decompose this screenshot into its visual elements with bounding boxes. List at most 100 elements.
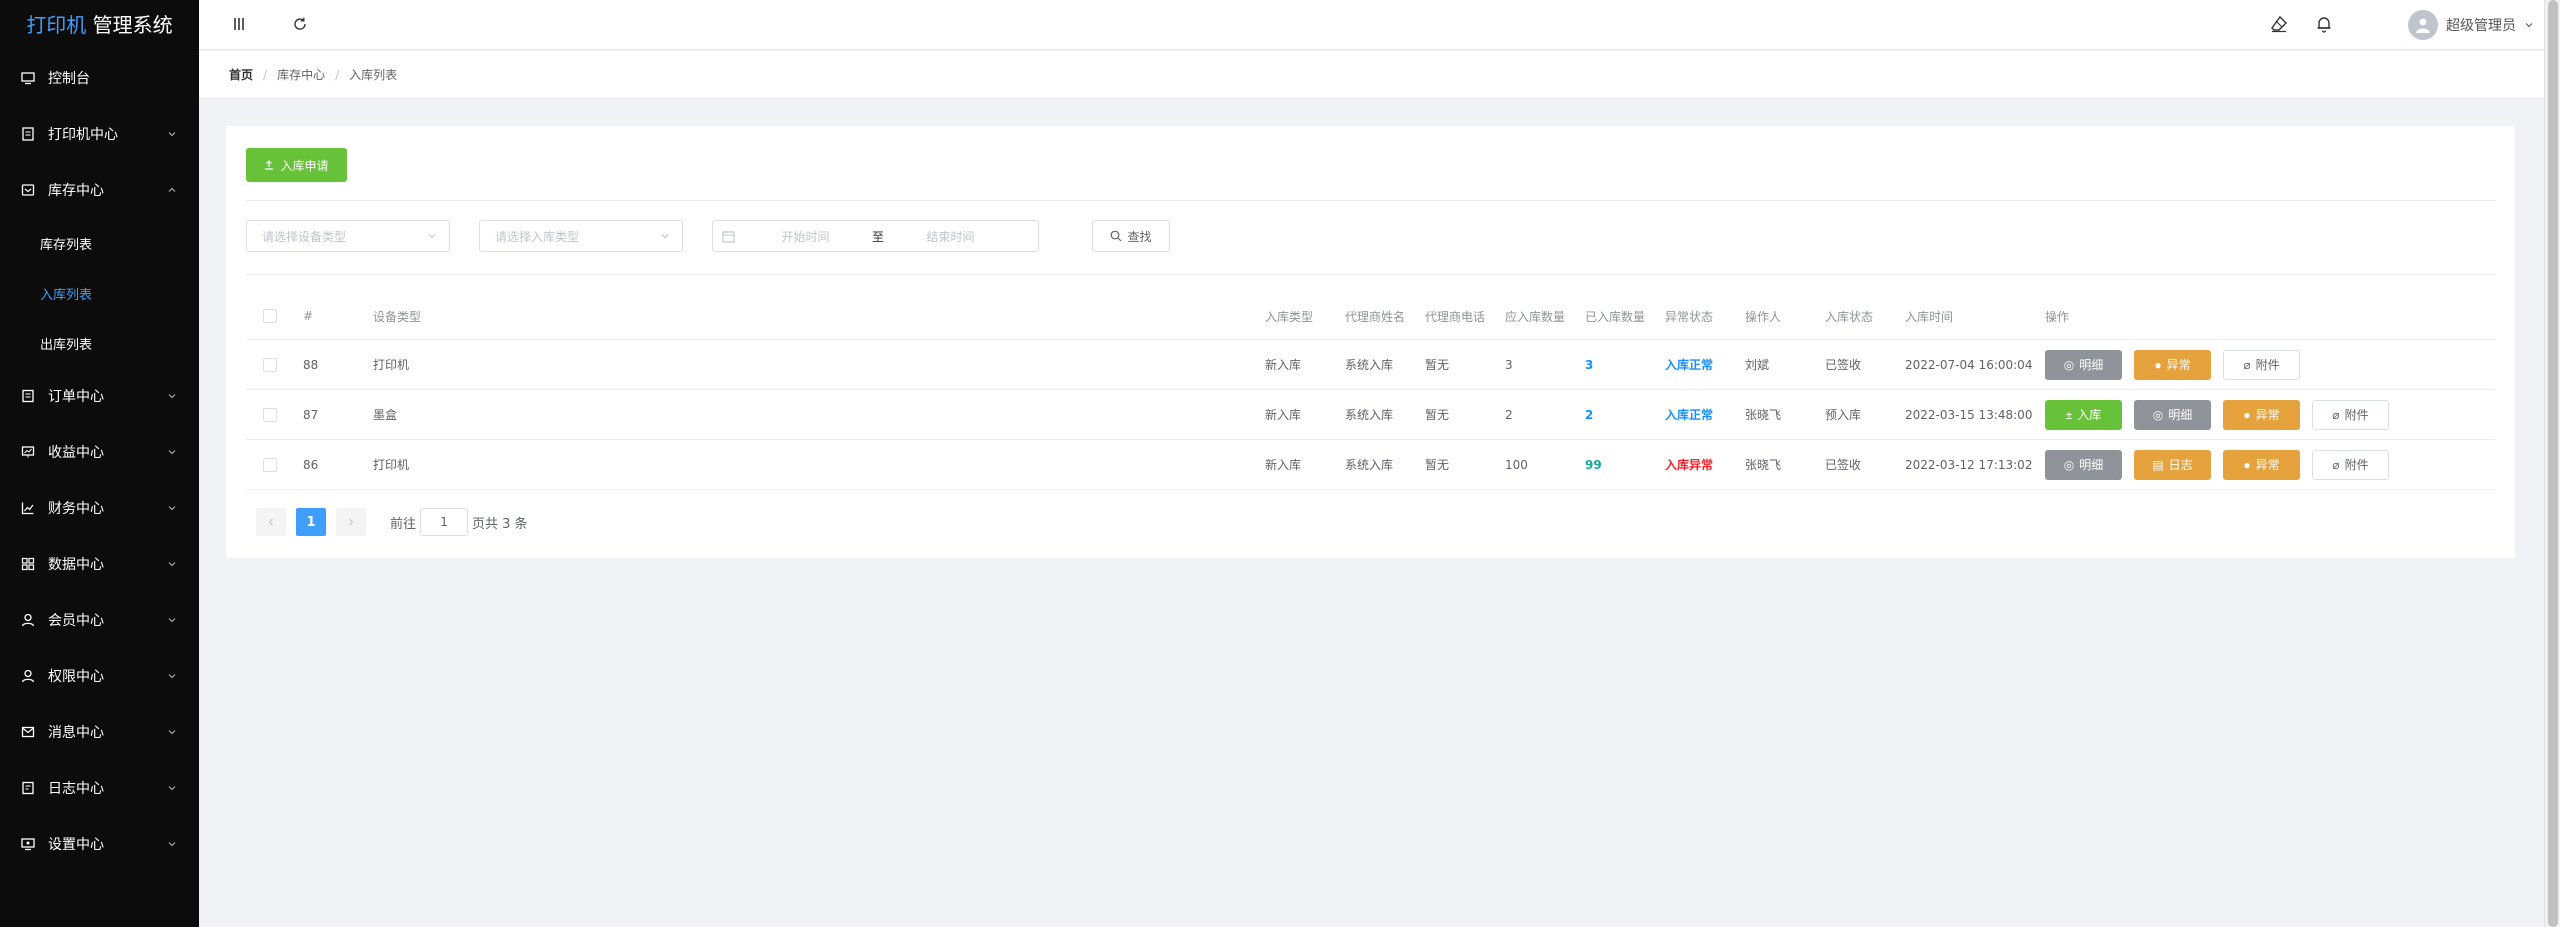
col-header-received-qty: 已入库数量 bbox=[1585, 309, 1646, 324]
abnormal-button[interactable]: ● 异常 bbox=[2134, 349, 2211, 380]
document-icon bbox=[20, 126, 36, 142]
log-icon: ▤ bbox=[2152, 457, 2164, 472]
user-menu[interactable]: 超级管理员 bbox=[2408, 8, 2534, 42]
detail-label: 明细 bbox=[2079, 458, 2104, 472]
page-number[interactable]: 1 bbox=[296, 508, 326, 536]
row-checkbox[interactable] bbox=[263, 357, 277, 372]
cell-operator: 张晓飞 bbox=[1745, 458, 1782, 472]
cell-device: 打印机 bbox=[373, 358, 410, 372]
inbound-button[interactable]: ± 入库 bbox=[2045, 399, 2122, 430]
clear-cache-button[interactable] bbox=[2267, 12, 2291, 36]
divider bbox=[246, 274, 2495, 275]
page-scrollbar[interactable] bbox=[2544, 0, 2560, 927]
detail-button[interactable]: ◎ 明细 bbox=[2045, 349, 2122, 380]
eye-icon: ◎ bbox=[2063, 357, 2075, 372]
row-checkbox[interactable] bbox=[263, 407, 277, 422]
trend-icon bbox=[20, 500, 36, 516]
inbound-apply-button[interactable]: 入库申请 bbox=[246, 148, 347, 182]
search-icon bbox=[1111, 230, 1122, 242]
sidebar-subitem-outbound-list[interactable]: 出库列表 bbox=[0, 318, 199, 368]
sidebar-item-revenue-center[interactable]: 收益中心 bbox=[0, 424, 199, 480]
end-date-input[interactable]: 结束时间 bbox=[888, 228, 1013, 245]
cell-in-type: 新入库 bbox=[1265, 408, 1302, 422]
sidebar-item-settings-center[interactable]: 设置中心 bbox=[0, 816, 199, 872]
sidebar-item-finance-center[interactable]: 财务中心 bbox=[0, 480, 199, 536]
refresh-button[interactable] bbox=[288, 12, 312, 36]
date-range-picker[interactable]: 开始时间 至 结束时间 bbox=[712, 220, 1039, 252]
message-icon bbox=[20, 724, 36, 740]
start-date-input[interactable]: 开始时间 bbox=[743, 228, 868, 245]
sidebar: 打印机 管理系统 控制台 打印机中心 库存中心 库存列表 入库列表 出库列表 订… bbox=[0, 0, 199, 927]
sidebar-subitem-inbound-list[interactable]: 入库列表 bbox=[0, 268, 199, 318]
cell-id: 87 bbox=[303, 407, 319, 422]
cell-status: 已签收 bbox=[1825, 458, 1862, 472]
sidebar-item-data-center[interactable]: 数据中心 bbox=[0, 536, 199, 592]
cell-agent-name: 系统入库 bbox=[1345, 458, 1394, 472]
sidebar-subitem-inventory-list[interactable]: 库存列表 bbox=[0, 218, 199, 268]
abnormal-button[interactable]: ● 异常 bbox=[2223, 449, 2300, 480]
breadcrumb-inventory[interactable]: 库存中心 bbox=[277, 66, 325, 83]
inbound-apply-label: 入库申请 bbox=[280, 158, 329, 173]
attachment-button[interactable]: ⌀ 附件 bbox=[2312, 399, 2389, 430]
log-icon bbox=[20, 780, 36, 796]
cell-time: 2022-07-04 16:00:04 bbox=[1905, 357, 2033, 372]
sidebar-item-log-center[interactable]: 日志中心 bbox=[0, 760, 199, 816]
row-actions: ◎ 明细 ▤ 日志 ● 异常 ⌀ 附件 bbox=[2045, 440, 2389, 489]
breadcrumb-separator: / bbox=[263, 67, 268, 82]
warning-icon: ● bbox=[2243, 407, 2251, 422]
attachment-button[interactable]: ⌀ 附件 bbox=[2223, 349, 2300, 380]
page-jumper: 前往 页共 3 条 bbox=[390, 508, 528, 536]
attachment-label: 附件 bbox=[2344, 458, 2369, 472]
notifications-button[interactable] bbox=[2312, 12, 2336, 36]
detail-button[interactable]: ◎ 明细 bbox=[2134, 399, 2211, 430]
prev-page-button[interactable] bbox=[256, 508, 286, 536]
attachment-label: 附件 bbox=[2344, 408, 2369, 422]
top-header: 超级管理员 bbox=[199, 0, 2544, 50]
sidebar-item-permission-center[interactable]: 权限中心 bbox=[0, 648, 199, 704]
cell-received-qty: 2 bbox=[1585, 407, 1594, 422]
chevron-down-icon bbox=[168, 618, 176, 623]
detail-button[interactable]: ◎ 明细 bbox=[2045, 449, 2122, 480]
sidebar-item-printer-center[interactable]: 打印机中心 bbox=[0, 106, 199, 162]
cell-device: 墨盒 bbox=[373, 408, 398, 422]
col-header-expected-qty: 应入库数量 bbox=[1505, 309, 1566, 324]
col-header-agent-name: 代理商姓名 bbox=[1345, 309, 1406, 324]
table-row: 86 打印机 新入库 系统入库 暂无 100 99 入库异常 张晓飞 已签收 2… bbox=[246, 440, 2495, 490]
app-title-rest: 管理系统 bbox=[86, 13, 173, 37]
cell-device: 打印机 bbox=[373, 458, 410, 472]
chevron-down-icon bbox=[168, 562, 176, 567]
app-logo[interactable]: 打印机 管理系统 bbox=[0, 0, 199, 50]
cell-status: 预入库 bbox=[1825, 408, 1862, 422]
breadcrumb-current: 入库列表 bbox=[349, 68, 398, 82]
in-type-select[interactable]: 请选择入库类型 bbox=[479, 220, 683, 252]
breadcrumb-home[interactable]: 首页 bbox=[229, 66, 253, 83]
goto-page-input[interactable] bbox=[420, 508, 469, 536]
chevron-down-icon bbox=[2525, 23, 2533, 28]
row-checkbox[interactable] bbox=[263, 457, 277, 472]
device-type-select[interactable]: 请选择设备类型 bbox=[246, 220, 450, 252]
sidebar-item-label: 设置中心 bbox=[48, 837, 104, 853]
breadcrumb: 首页 / 库存中心 / 入库列表 bbox=[199, 51, 2544, 99]
log-button[interactable]: ▤ 日志 bbox=[2134, 449, 2211, 480]
next-page-button[interactable] bbox=[336, 508, 366, 536]
sidebar-item-label: 数据中心 bbox=[48, 557, 104, 573]
cell-abnormal-status: 入库异常 bbox=[1665, 458, 1714, 472]
sidebar-item-order-center[interactable]: 订单中心 bbox=[0, 368, 199, 424]
scrollbar-thumb[interactable] bbox=[2548, 0, 2558, 927]
attachment-button[interactable]: ⌀ 附件 bbox=[2312, 449, 2389, 480]
goto-prefix: 前往 bbox=[390, 516, 417, 532]
sidebar-item-dashboard[interactable]: 控制台 bbox=[0, 50, 199, 106]
sidebar-item-inventory-center[interactable]: 库存中心 bbox=[0, 162, 199, 218]
abnormal-label: 异常 bbox=[2166, 358, 2191, 372]
list-icon bbox=[20, 388, 36, 404]
abnormal-button[interactable]: ● 异常 bbox=[2223, 399, 2300, 430]
search-button[interactable]: 查找 bbox=[1092, 220, 1170, 252]
sidebar-item-label: 消息中心 bbox=[48, 725, 104, 741]
sidebar-item-message-center[interactable]: 消息中心 bbox=[0, 704, 199, 760]
sidebar-item-member-center[interactable]: 会员中心 bbox=[0, 592, 199, 648]
select-all-checkbox[interactable] bbox=[263, 309, 277, 323]
refresh-icon bbox=[294, 17, 306, 30]
sidebar-item-label: 控制台 bbox=[48, 71, 90, 87]
cell-received-qty: 99 bbox=[1585, 457, 1602, 472]
collapse-menu-button[interactable] bbox=[227, 12, 251, 36]
